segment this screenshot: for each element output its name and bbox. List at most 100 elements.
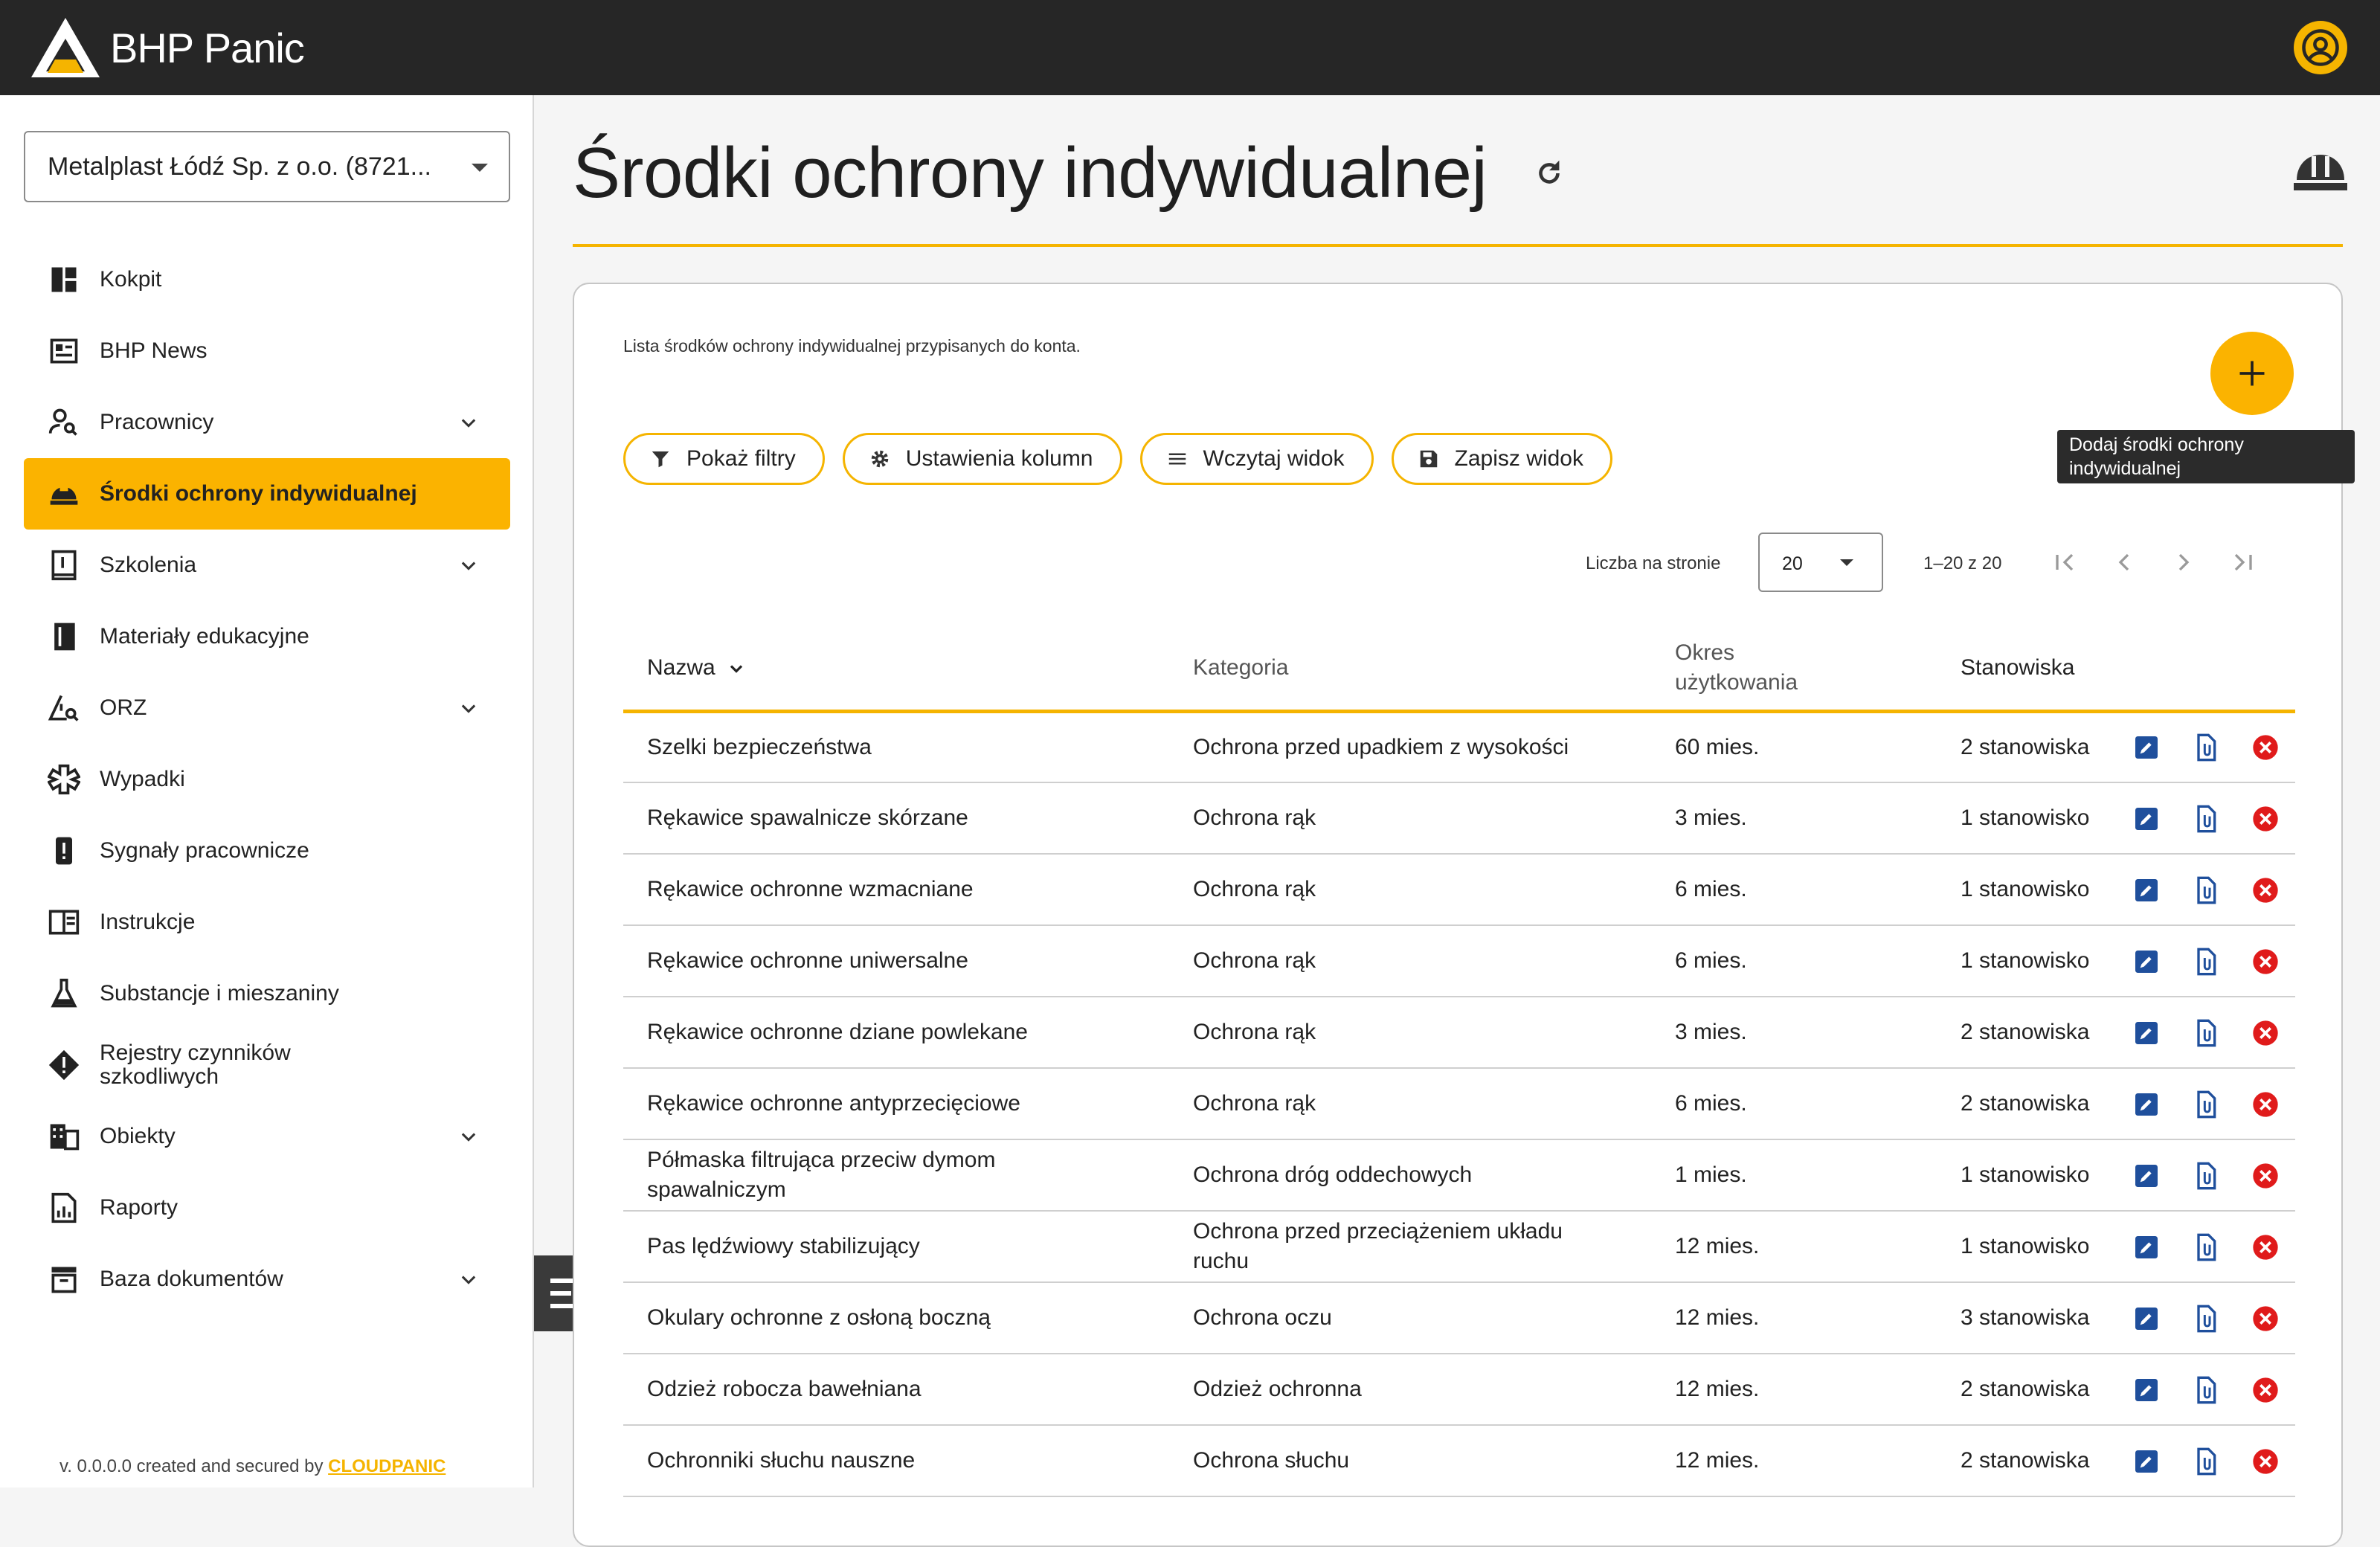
edit-button[interactable] bbox=[2117, 925, 2176, 997]
refresh-icon[interactable] bbox=[1532, 156, 1566, 190]
add-ppe-button[interactable] bbox=[2210, 332, 2294, 415]
cloudpanic-link[interactable]: CLOUDPANIC bbox=[328, 1456, 446, 1476]
sidebar-item-substancje[interactable]: Substancje i mieszaniny bbox=[24, 958, 510, 1029]
edit-button[interactable] bbox=[2117, 711, 2176, 783]
save-view-button[interactable]: Zapisz widok bbox=[1391, 433, 1612, 485]
sidebar-item-orz[interactable]: ORZ bbox=[24, 672, 510, 744]
table-row[interactable]: Rękawice ochronne uniwersalne Ochrona rąk… bbox=[623, 925, 2295, 997]
first-page-icon[interactable] bbox=[2050, 547, 2080, 577]
per-page-value: 20 bbox=[1782, 553, 1803, 574]
table-row[interactable]: Rękawice ochronne dziane powlekane Ochron… bbox=[623, 997, 2295, 1069]
column-header-name[interactable]: Nazwa bbox=[623, 626, 1169, 713]
delete-button[interactable] bbox=[2236, 1139, 2295, 1212]
sidebar-item-raporty[interactable]: Raporty bbox=[24, 1172, 510, 1244]
edit-button[interactable] bbox=[2117, 1211, 2176, 1283]
attachments-button[interactable] bbox=[2176, 1139, 2236, 1212]
delete-button[interactable] bbox=[2236, 711, 2295, 783]
table-row[interactable]: Półmaska filtrująca przeciw dymom spawal… bbox=[623, 1139, 2295, 1212]
delete-button[interactable] bbox=[2236, 1354, 2295, 1426]
chevron-down-icon[interactable] bbox=[458, 555, 479, 576]
chevron-down-icon[interactable] bbox=[458, 1126, 479, 1147]
edit-icon bbox=[2135, 1235, 2158, 1258]
cell-text: Ochrona przed upadkiem z wysokości bbox=[1193, 734, 1569, 759]
attachments-button[interactable] bbox=[2176, 997, 2236, 1069]
delete-button[interactable] bbox=[2236, 1068, 2295, 1140]
column-header-category[interactable]: Kategoria bbox=[1169, 626, 1651, 713]
table-row[interactable]: Ochronniki słuchu nauszne Ochrona słuchu 1… bbox=[623, 1425, 2295, 1497]
table-row[interactable]: Pas lędźwiowy stabilizujący Ochrona przed… bbox=[623, 1211, 2295, 1283]
show-filters-button[interactable]: Pokaż filtry bbox=[623, 433, 825, 485]
sidebar-item-srodki-ochrony[interactable]: Środki ochrony indywidualnej bbox=[24, 458, 510, 530]
attachments-button[interactable] bbox=[2176, 1211, 2236, 1283]
cell-positions: 1 stanowisko bbox=[1937, 854, 2117, 926]
cell-text: 2 stanowiska bbox=[1961, 1020, 2090, 1044]
sidebar-item-bhp-news[interactable]: BHP News bbox=[24, 315, 510, 387]
company-select[interactable]: Metalplast Łódź Sp. z o.o. (8721... bbox=[24, 131, 510, 202]
chevron-down-icon[interactable] bbox=[458, 412, 479, 433]
user-avatar[interactable] bbox=[2294, 21, 2347, 74]
edit-button[interactable] bbox=[2117, 1425, 2176, 1497]
edit-button[interactable] bbox=[2117, 1139, 2176, 1212]
table-row[interactable]: Odzież robocza bawełniana Odzież ochronna… bbox=[623, 1354, 2295, 1426]
card-description: Lista środków ochrony indywidualnej przy… bbox=[623, 336, 1081, 356]
edit-button[interactable] bbox=[2117, 1282, 2176, 1354]
per-page-select[interactable]: 20 bbox=[1758, 533, 1883, 592]
attachments-button[interactable] bbox=[2176, 782, 2236, 855]
sidebar-item-sygnaly[interactable]: Sygnały pracownicze bbox=[24, 815, 510, 887]
delete-button[interactable] bbox=[2236, 1211, 2295, 1283]
page-title: Środki ochrony indywidualnej bbox=[573, 133, 1488, 213]
gear-icon bbox=[871, 450, 888, 468]
delete-button[interactable] bbox=[2236, 1425, 2295, 1497]
chip-label: Zapisz widok bbox=[1454, 446, 1583, 471]
app-logo[interactable]: BHP Panic bbox=[30, 16, 305, 79]
previous-page-icon[interactable] bbox=[2109, 547, 2139, 577]
edit-button[interactable] bbox=[2117, 997, 2176, 1069]
edit-button[interactable] bbox=[2117, 782, 2176, 855]
attachments-button[interactable] bbox=[2176, 854, 2236, 926]
column-header-positions[interactable]: Stanowiska bbox=[1937, 626, 2117, 713]
sidebar-item-pracownicy[interactable]: Pracownicy bbox=[24, 387, 510, 458]
building-icon bbox=[50, 1124, 80, 1151]
attachments-button[interactable] bbox=[2176, 1068, 2236, 1140]
attachments-button[interactable] bbox=[2176, 1425, 2236, 1497]
delete-button[interactable] bbox=[2236, 1282, 2295, 1354]
delete-button[interactable] bbox=[2236, 997, 2295, 1069]
attachment-file-icon bbox=[2197, 1162, 2216, 1189]
attachments-button[interactable] bbox=[2176, 1354, 2236, 1426]
column-settings-button[interactable]: Ustawienia kolumn bbox=[842, 433, 1122, 485]
delete-button[interactable] bbox=[2236, 854, 2295, 926]
table-row[interactable]: Szelki bezpieczeństwa Ochrona przed upadk… bbox=[623, 711, 2295, 783]
toolbar-chips: Pokaż filtry Ustawienia kolumn Wczytaj w… bbox=[623, 433, 1612, 485]
attachments-button[interactable] bbox=[2176, 711, 2236, 783]
cell-category: Ochrona oczu bbox=[1169, 1282, 1651, 1354]
save-icon bbox=[1420, 450, 1437, 468]
cell-category: Ochrona przed upadkiem z wysokości bbox=[1169, 711, 1651, 783]
table-row[interactable]: Rękawice ochronne wzmacniane Ochrona rąk 6… bbox=[623, 854, 2295, 926]
sidebar-item-wypadki[interactable]: Wypadki bbox=[24, 744, 510, 815]
attachments-button[interactable] bbox=[2176, 925, 2236, 997]
logo-icon bbox=[31, 18, 100, 77]
table-row[interactable]: Rękawice spawalnicze skórzane Ochrona rąk… bbox=[623, 782, 2295, 855]
delete-button[interactable] bbox=[2236, 925, 2295, 997]
chevron-down-icon[interactable] bbox=[458, 1269, 479, 1290]
next-page-icon[interactable] bbox=[2169, 547, 2199, 577]
load-view-button[interactable]: Wczytaj widok bbox=[1139, 433, 1374, 485]
column-header-period[interactable]: Okres użytkowania bbox=[1651, 626, 1937, 713]
table-row[interactable]: Rękawice ochronne antyprzecięciowe Ochron… bbox=[623, 1068, 2295, 1140]
table-row[interactable]: Okulary ochronne z osłoną boczną Ochrona … bbox=[623, 1282, 2295, 1354]
sidebar-item-kokpit[interactable]: Kokpit bbox=[24, 244, 510, 315]
sidebar-item-instrukcje[interactable]: Instrukcje bbox=[24, 887, 510, 958]
edit-button[interactable] bbox=[2117, 854, 2176, 926]
attachments-button[interactable] bbox=[2176, 1282, 2236, 1354]
delete-button[interactable] bbox=[2236, 782, 2295, 855]
sidebar-item-rejestry[interactable]: Rejestry czynników szkodliwych bbox=[24, 1029, 510, 1101]
sidebar-item-obiekty[interactable]: Obiekty bbox=[24, 1101, 510, 1172]
sidebar-item-label: Szkolenia bbox=[100, 553, 197, 577]
sidebar-item-szkolenia[interactable]: Szkolenia bbox=[24, 530, 510, 601]
chevron-down-icon[interactable] bbox=[458, 698, 479, 718]
edit-button[interactable] bbox=[2117, 1354, 2176, 1426]
sidebar-item-materialy[interactable]: Materiały edukacyjne bbox=[24, 601, 510, 672]
sidebar-item-baza-dokumentow[interactable]: Baza dokumentów bbox=[24, 1244, 510, 1315]
edit-button[interactable] bbox=[2117, 1068, 2176, 1140]
last-page-icon[interactable] bbox=[2228, 547, 2258, 577]
